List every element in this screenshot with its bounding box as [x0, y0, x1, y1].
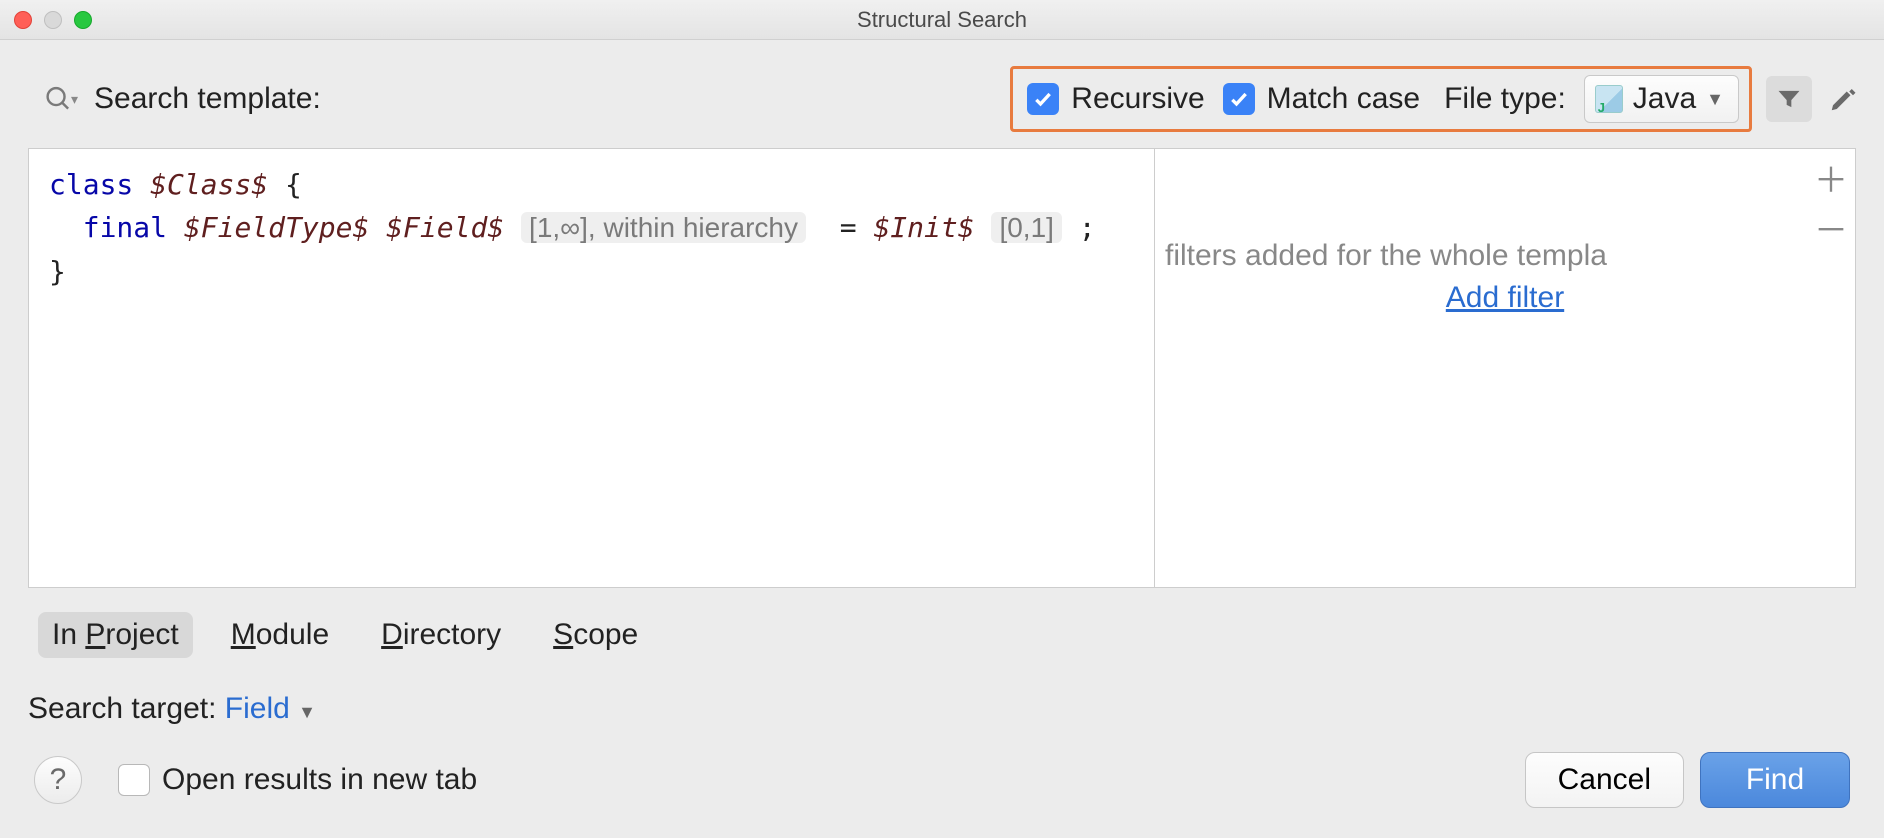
- search-icon[interactable]: ▾: [44, 82, 78, 116]
- main-content: class $Class$ { final $FieldType$ $Field…: [28, 148, 1856, 588]
- filetype-label: File type:: [1444, 82, 1566, 116]
- add-filter-link[interactable]: Add filter: [1155, 281, 1855, 315]
- code-text: =: [823, 211, 874, 244]
- filter-empty-message: filters added for the whole templa: [1155, 239, 1855, 273]
- options-highlight-region: Recursive Match case File type: Java ▼: [1010, 66, 1752, 132]
- tab-text: roject: [105, 618, 178, 651]
- add-button[interactable]: ＋: [1811, 157, 1851, 197]
- template-editor[interactable]: class $Class$ { final $FieldType$ $Field…: [29, 149, 1154, 587]
- constraint-chip[interactable]: [1,∞], within hierarchy: [521, 212, 806, 243]
- mnemonic: D: [381, 618, 403, 651]
- recursive-checkbox[interactable]: Recursive: [1027, 82, 1204, 116]
- remove-button[interactable]: －: [1811, 207, 1851, 247]
- mnemonic: M: [231, 618, 256, 651]
- settings-button[interactable]: [1820, 76, 1866, 122]
- keyword: final: [83, 211, 167, 244]
- code-text: [49, 211, 83, 244]
- cancel-button[interactable]: Cancel: [1525, 752, 1684, 808]
- code-text: {: [268, 168, 302, 201]
- open-in-new-tab-label: Open results in new tab: [162, 763, 477, 797]
- toolbar: ▾ Search template: Recursive Match case …: [0, 40, 1884, 148]
- filter-toggle-button[interactable]: [1766, 76, 1812, 122]
- template-var-fieldtype: $FieldType$: [184, 211, 369, 244]
- template-var-field: $Field$: [386, 211, 504, 244]
- match-case-label: Match case: [1267, 82, 1420, 116]
- chevron-down-icon: ▼: [1706, 89, 1724, 110]
- tab-text: odule: [256, 618, 329, 651]
- chevron-down-icon: ▼: [298, 702, 316, 722]
- code-text: }: [49, 255, 66, 288]
- filetype-value: Java: [1633, 82, 1696, 116]
- help-button[interactable]: ?: [34, 756, 82, 804]
- checkbox-unchecked-icon: [118, 764, 150, 796]
- window-titlebar: Structural Search: [0, 0, 1884, 40]
- tab-text: In: [52, 618, 85, 651]
- mnemonic: S: [553, 618, 573, 651]
- constraint-chip[interactable]: [0,1]: [991, 212, 1061, 243]
- template-var-class: $Class$: [150, 168, 268, 201]
- scope-tab-directory[interactable]: Directory: [367, 612, 515, 658]
- tab-text: irectory: [403, 618, 501, 651]
- checkbox-checked-icon: [1027, 83, 1059, 115]
- scope-tabs: In Project Module Directory Scope: [0, 588, 1884, 658]
- recursive-label: Recursive: [1071, 82, 1204, 116]
- scope-tab-in-project[interactable]: In Project: [38, 612, 193, 658]
- search-template-label: Search template:: [94, 82, 321, 116]
- mnemonic: P: [85, 618, 105, 651]
- search-target-row: Search target: Field ▼: [0, 658, 1884, 726]
- tab-text: cope: [573, 618, 638, 651]
- search-target-dropdown[interactable]: Field ▼: [225, 692, 316, 725]
- window-controls: [14, 11, 92, 29]
- filetype-select[interactable]: Java ▼: [1584, 75, 1739, 123]
- scope-tab-module[interactable]: Module: [217, 612, 343, 658]
- search-target-label: Search target:: [28, 692, 225, 725]
- template-var-init: $Init$: [873, 211, 974, 244]
- open-in-new-tab-checkbox[interactable]: Open results in new tab: [118, 763, 477, 797]
- window-title: Structural Search: [857, 7, 1027, 33]
- search-target-value: Field: [225, 692, 290, 725]
- scope-tab-scope[interactable]: Scope: [539, 612, 652, 658]
- close-window-button[interactable]: [14, 11, 32, 29]
- code-text: ;: [1079, 211, 1096, 244]
- dialog-footer: ? Open results in new tab Cancel Find: [0, 726, 1884, 808]
- maximize-window-button[interactable]: [74, 11, 92, 29]
- java-file-icon: [1595, 85, 1623, 113]
- minimize-window-button[interactable]: [44, 11, 62, 29]
- filter-panel: ＋ － filters added for the whole templa A…: [1154, 149, 1855, 587]
- checkbox-checked-icon: [1223, 83, 1255, 115]
- match-case-checkbox[interactable]: Match case: [1223, 82, 1420, 116]
- keyword: class: [49, 168, 133, 201]
- find-button[interactable]: Find: [1700, 752, 1850, 808]
